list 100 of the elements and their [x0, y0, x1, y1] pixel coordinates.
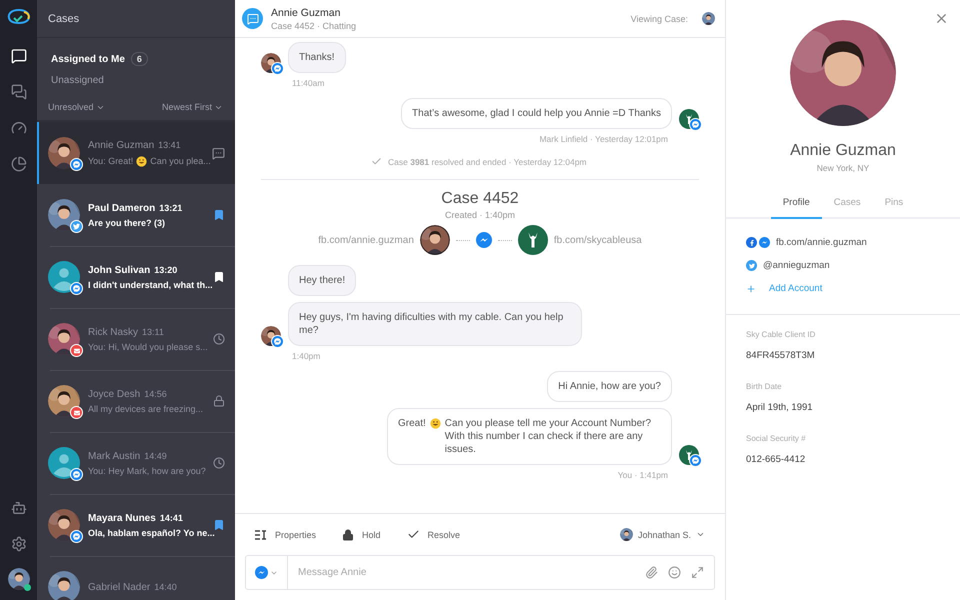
- paperclip-icon[interactable]: [645, 566, 658, 579]
- panel-title: Cases: [48, 12, 80, 24]
- message-preview: You: Hi, Would you please s...: [88, 342, 208, 352]
- profile-tab[interactable]: Pins: [872, 193, 916, 219]
- profile-name: Annie Guzman: [790, 142, 896, 160]
- toolbar-action[interactable]: Hold: [342, 528, 381, 540]
- message-text: That’s awesome, glad I could help you Annie =D Thanks: [412, 107, 661, 120]
- envelope-icon: [70, 406, 83, 419]
- envelope-icon: [70, 344, 83, 357]
- message-preview: Ola, hablam español? Yo ne...: [88, 528, 215, 538]
- plus-icon[interactable]: [746, 284, 756, 294]
- expand-icon[interactable]: [691, 566, 704, 579]
- properties-icon: [255, 530, 267, 540]
- messenger-icon: [271, 335, 284, 348]
- case-tab[interactable]: Assigned to Me 6: [51, 52, 235, 66]
- case-title: Case 4452: [441, 190, 519, 208]
- chats-icon[interactable]: [10, 84, 26, 100]
- messenger-icon: [70, 468, 83, 481]
- message-meta: You · 1:41pm: [618, 470, 669, 480]
- message-text: Hi Annie, how are you?: [558, 380, 661, 393]
- message-preview: You: Hey Mark, how are you?: [88, 466, 206, 476]
- messenger-icon: [689, 118, 702, 131]
- field-value: 84FR45578T3M: [746, 350, 816, 361]
- case-status: Case 4452 · Chatting: [271, 20, 356, 30]
- message-meta: 11:40am: [291, 78, 324, 88]
- toolbar-action[interactable]: Properties: [255, 530, 316, 540]
- contact-name: John Sulivan 13:20: [88, 264, 178, 276]
- messenger-icon: [271, 62, 284, 75]
- clock-icon: [213, 333, 225, 345]
- message-text: Hey guys, I'm having dificulties with my cable. Can you help me?: [299, 311, 564, 337]
- messenger-icon: [759, 237, 770, 248]
- messenger-icon: [70, 282, 83, 295]
- message-text: Great!: [398, 417, 426, 430]
- contact-name: Paul Dameron 13:21: [88, 202, 184, 214]
- case-item[interactable]: Mayara Nunes 14:41 Ola, hablam español? Yo ne...: [37, 494, 235, 556]
- profile-tab[interactable]: Profile: [770, 193, 822, 219]
- default-avatar-icon: [48, 261, 80, 293]
- caret-icon: [696, 530, 705, 539]
- add-account-link[interactable]: Add Account: [769, 283, 822, 294]
- account-handle: fb.com/annie.guzman: [776, 237, 867, 248]
- message-preview: You: Great!: [88, 156, 134, 166]
- field-label: Social Security #: [746, 434, 807, 443]
- account-handle: @annieguzman: [763, 260, 830, 271]
- close-icon[interactable]: [934, 11, 949, 26]
- messenger-icon: [689, 454, 702, 467]
- message-text: Thanks!: [299, 51, 335, 64]
- messenger-icon: [70, 530, 83, 543]
- case-item[interactable]: Paul Dameron 13:21 Are you there? (3): [37, 184, 235, 246]
- contact-name: Annie Guzman: [271, 6, 342, 18]
- settings-icon[interactable]: [10, 536, 26, 552]
- pie-chart-icon[interactable]: [10, 156, 26, 172]
- profile-tab[interactable]: Cases: [822, 193, 873, 219]
- smiley-icon[interactable]: [668, 566, 681, 579]
- filter-dropdown[interactable]: Unresolved: [48, 102, 105, 112]
- count-badge: 6: [130, 52, 148, 66]
- message-preview: I didn't understand, what th...: [88, 280, 213, 290]
- contact-name: Annie Guzman 13:41: [88, 140, 182, 150]
- contact-name: Mark Austin 14:49: [88, 450, 168, 462]
- contact-name: Mayara Nunes 14:41: [88, 512, 184, 524]
- case-item[interactable]: Annie Guzman 13:41 You: Great! Can you plea...: [37, 122, 235, 184]
- chat-bubble-icon: [242, 8, 263, 29]
- facebook-icon: [746, 237, 757, 248]
- case-created: Created · 1:40pm: [444, 210, 516, 220]
- grinning-emoji-icon: [430, 418, 441, 429]
- message-text: Hey there!: [299, 274, 346, 287]
- contact-name: Rick Nasky 13:11: [88, 326, 165, 338]
- message-preview: Are you there? (3): [88, 218, 166, 228]
- robot-icon[interactable]: [10, 500, 26, 516]
- chat-icon[interactable]: [10, 48, 26, 64]
- filter-dropdown[interactable]: Newest First: [162, 102, 223, 112]
- assignee-dropdown[interactable]: Johnathan S.: [620, 528, 705, 541]
- default-avatar-icon: [48, 447, 80, 479]
- messenger-icon: [70, 158, 83, 171]
- field-label: Sky Cable Client ID: [746, 330, 816, 339]
- case-item[interactable]: Gabriel Nader 14:40: [37, 556, 235, 600]
- field-value: 012-665-4412: [746, 454, 806, 465]
- messenger-icon: [255, 566, 268, 579]
- message-meta: 1:40pm: [291, 351, 320, 361]
- case-tab[interactable]: Unassigned: [51, 75, 235, 86]
- bookmark-icon[interactable]: [213, 271, 225, 283]
- field-value: April 19th, 1991: [746, 402, 814, 413]
- case-item[interactable]: John Sulivan 13:20 I didn't understand, what th...: [37, 246, 235, 308]
- contact-name: Gabriel Nader 14:40: [88, 582, 178, 592]
- case-item[interactable]: Rick Nasky 13:11 You: Hi, Would you please s...: [37, 308, 235, 370]
- message-preview: All my devices are freezing...: [88, 404, 204, 414]
- field-label: Birth Date: [746, 382, 783, 391]
- case-item[interactable]: Mark Austin 14:49 You: Hey Mark, how are you?: [37, 432, 235, 494]
- viewing-label: Viewing Case:: [630, 14, 688, 24]
- clock-icon: [213, 457, 225, 469]
- grinning-emoji-icon: [136, 156, 148, 166]
- deer-logo-icon: [518, 225, 548, 255]
- profile-location: New York, NY: [816, 163, 870, 173]
- message-preview: Can you plea...: [150, 156, 211, 166]
- toolbar-action[interactable]: Resolve: [406, 528, 460, 541]
- message-text: Can you please tell me your Account Number? With this number I can check if there are any issues.: [444, 417, 652, 456]
- lock-icon: [342, 528, 354, 540]
- bird-icon: [70, 220, 83, 233]
- case-item[interactable]: Joyce Desh 14:56 All my devices are freezing...: [37, 370, 235, 432]
- check-icon: [371, 156, 382, 167]
- gauge-icon[interactable]: [10, 120, 26, 136]
